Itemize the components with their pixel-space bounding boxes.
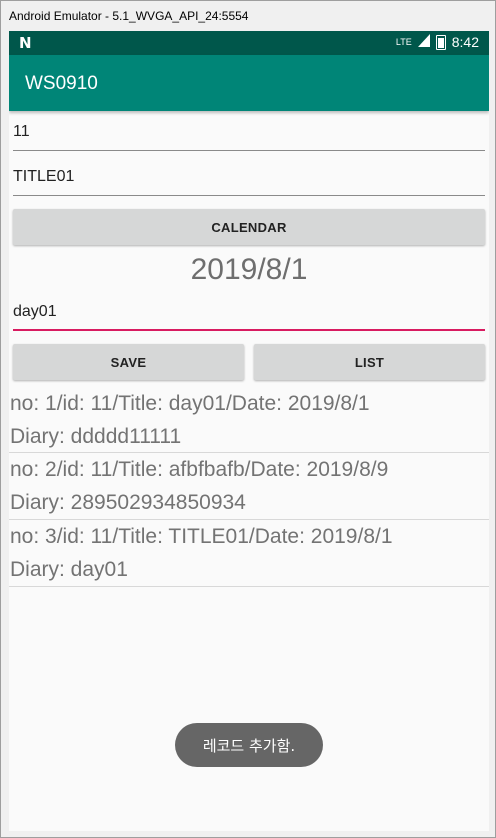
save-button[interactable]: SAVE [13, 344, 244, 380]
status-right-group: LTE 8:42 [396, 34, 479, 50]
title-input[interactable]: TITLE01 [13, 160, 485, 196]
emulator-window: Android Emulator - 5.1_WVGA_API_24:5554 … [0, 0, 496, 838]
list-button[interactable]: LIST [254, 344, 485, 380]
record-diary: Diary: day01 [10, 558, 128, 581]
list-item[interactable]: no: 3/id: 11/Title: TITLE01/Date: 2019/8… [9, 520, 489, 587]
record-header: no: 1/id: 11/Title: day01/Date: 2019/8/1 [10, 392, 370, 415]
selected-date: 2019/8/1 [190, 253, 308, 286]
device-screen: N LTE 8:42 WS0910 11 TITLE01 CALENDAR 20… [9, 31, 489, 831]
record-header: no: 2/id: 11/Title: afbfbafb/Date: 2019/… [10, 458, 389, 481]
app-bar: WS0910 [9, 55, 489, 111]
record-diary: Diary: 289502934850934 [10, 491, 246, 514]
status-bar: N LTE 8:42 [9, 31, 489, 55]
signal-icon [417, 34, 430, 50]
app-title: WS0910 [25, 73, 98, 94]
record-header: no: 3/id: 11/Title: TITLE01/Date: 2019/8… [10, 525, 393, 548]
record-diary: Diary: ddddd11111 [10, 425, 182, 448]
toast-message: 레코드 추가함. [175, 723, 323, 767]
window-title: Android Emulator - 5.1_WVGA_API_24:5554 [9, 9, 249, 23]
list-item[interactable]: no: 2/id: 11/Title: afbfbafb/Date: 2019/… [9, 453, 489, 520]
list-item[interactable]: no: 1/id: 11/Title: day01/Date: 2019/8/1… [9, 386, 489, 453]
id-input[interactable]: 11 [13, 115, 485, 151]
clock: 8:42 [451, 34, 479, 50]
battery-icon [435, 34, 446, 50]
calendar-button[interactable]: CALENDAR [13, 209, 485, 245]
notification-n-icon: N [19, 34, 32, 52]
diary-input[interactable]: day01 [13, 295, 485, 331]
lte-icon: LTE [395, 36, 412, 47]
